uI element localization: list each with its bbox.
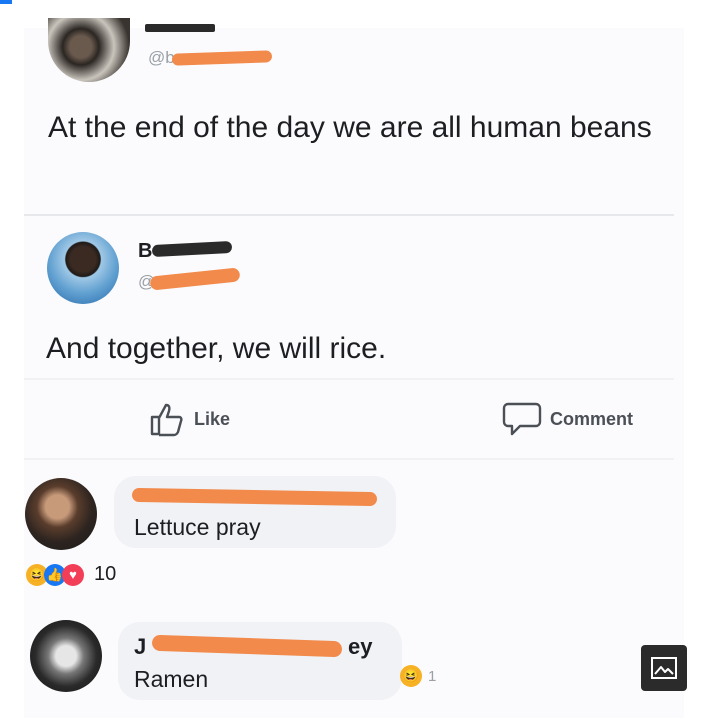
haha-reaction-icon: 😆 (400, 665, 422, 687)
comment2-name-suffix: ey (348, 634, 372, 660)
image-viewer-button[interactable] (641, 645, 687, 691)
comment2-name-suffix-text: ey (348, 634, 373, 659)
comment-label: Comment (550, 408, 634, 429)
post1-handle-text: @b (148, 48, 175, 67)
comment2-name[interactable]: J (134, 634, 146, 660)
post2-text: And together, we will rice. (46, 332, 387, 365)
top-bar (0, 0, 720, 6)
image-icon (651, 657, 677, 679)
post1-handle: @b (148, 48, 175, 68)
comment2-text: Ramen (134, 666, 209, 692)
love-reaction-icon: ♥ (62, 563, 84, 586)
post-divider (24, 214, 674, 216)
comment2-reactions[interactable]: 😆 1 (400, 665, 436, 687)
post2-name[interactable]: B (138, 240, 152, 263)
like-icon (150, 403, 183, 437)
redacted-name (145, 24, 215, 32)
comments-divider (24, 458, 674, 460)
comment-icon (502, 402, 542, 436)
top-accent (0, 0, 12, 4)
comment2-bubble[interactable]: J ey Ramen (118, 622, 402, 700)
comment1-bubble[interactable]: Lettuce pray (114, 476, 396, 548)
comment-button[interactable]: Comment (502, 400, 633, 438)
comment2-name-text: J (134, 634, 147, 659)
post1-text: At the end of the day we are all human b… (48, 111, 652, 144)
redacted-commenter-2 (151, 634, 343, 658)
comment1-reactions[interactable]: 😆 👍 ♥ 10 (26, 563, 116, 586)
avatar-post2[interactable] (47, 232, 119, 304)
like-button[interactable]: Like (148, 400, 230, 438)
like-label: Like (194, 408, 231, 429)
avatar-comment1[interactable] (25, 478, 97, 550)
avatar-comment2[interactable] (30, 620, 102, 692)
comment1-reaction-count: 10 (94, 563, 117, 585)
action-divider (24, 378, 674, 380)
redacted-commenter-1 (131, 487, 378, 507)
post2-name-text: B (138, 240, 153, 262)
comment1-text: Lettuce pray (134, 514, 261, 540)
comment2-reaction-count: 1 (428, 667, 437, 685)
